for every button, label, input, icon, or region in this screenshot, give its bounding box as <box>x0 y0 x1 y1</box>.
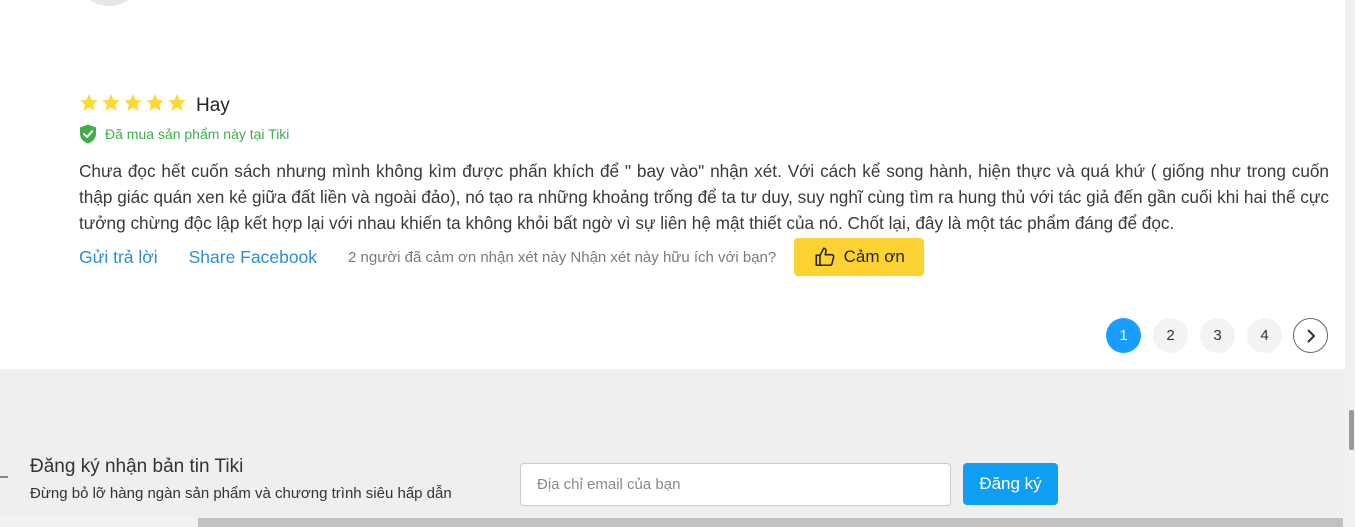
subscribe-button[interactable]: Đăng ký <box>963 463 1058 505</box>
divider <box>0 476 8 478</box>
rating-stars <box>79 93 187 113</box>
vertical-scrollbar-thumb[interactable] <box>1349 410 1354 450</box>
review-title: Hay <box>196 95 230 116</box>
chevron-right-icon <box>1307 329 1315 342</box>
page-button-2[interactable]: 2 <box>1153 318 1188 353</box>
verified-shield-icon <box>80 124 96 144</box>
review-body: Chưa đọc hết cuốn sách nhưng mình không … <box>79 161 1329 233</box>
verified-purchase: Đã mua sản phẩm này tại Tiki <box>79 124 289 144</box>
verified-text: Đã mua sản phẩm này tại Tiki <box>105 126 290 142</box>
page-button-4[interactable]: 4 <box>1247 318 1282 353</box>
star-icon <box>102 94 120 111</box>
pagination: 1 2 3 4 <box>1106 318 1328 353</box>
star-icon <box>146 94 164 111</box>
star-icon <box>168 94 186 111</box>
thanks-info: 2 người đã cảm ơn nhận xét này Nhận xét … <box>348 248 777 266</box>
thanks-button[interactable]: Cảm ơn <box>794 238 925 276</box>
share-facebook-link[interactable]: Share Facebook <box>189 247 317 268</box>
thumbs-up-icon <box>815 247 835 267</box>
reply-link[interactable]: Gửi trả lời <box>79 247 158 268</box>
horizontal-scrollbar-thumb[interactable] <box>198 518 1343 527</box>
star-icon <box>124 94 142 111</box>
email-input[interactable] <box>520 463 951 506</box>
page-button-3[interactable]: 3 <box>1200 318 1235 353</box>
next-page-button[interactable] <box>1293 318 1328 353</box>
review-actions: Gửi trả lời Share Facebook 2 người đã cả… <box>79 238 925 276</box>
star-icon <box>80 94 98 111</box>
next-reviewer-avatar <box>80 0 138 6</box>
page-button-1[interactable]: 1 <box>1106 318 1141 353</box>
newsletter-subtitle: Đừng bỏ lỡ hàng ngàn sản phẩm và chương … <box>30 485 452 502</box>
newsletter-title: Đăng ký nhận bản tin Tiki <box>30 456 244 477</box>
review-section: Hay Đã mua sản phẩm này tại Tiki Chưa đọ… <box>0 0 1345 369</box>
thanks-button-label: Cảm ơn <box>843 247 905 266</box>
